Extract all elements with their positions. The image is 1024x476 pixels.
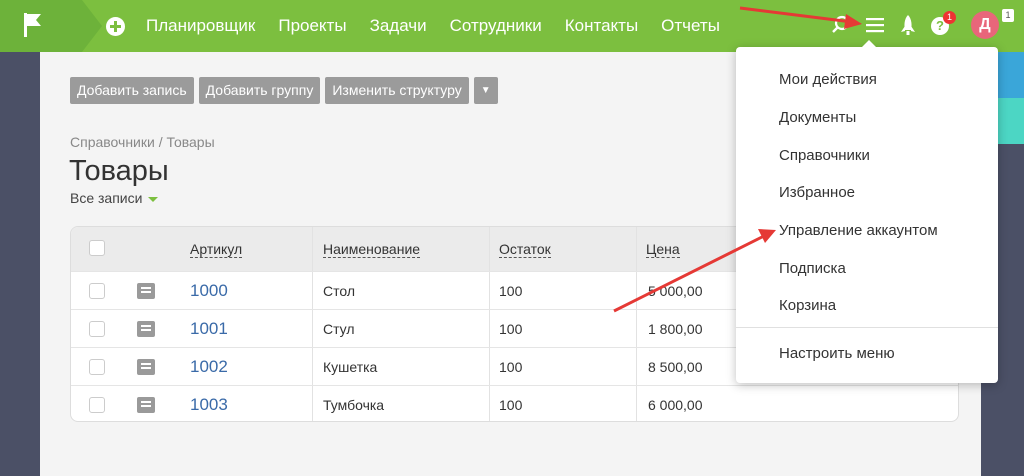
name-cell: Тумбочка	[323, 397, 385, 413]
col-price[interactable]: Цена	[646, 241, 680, 258]
menu-item-directories[interactable]: Справочники	[779, 147, 870, 164]
stock-cell: 100	[499, 359, 523, 375]
logo[interactable]	[0, 0, 82, 52]
nav-projects[interactable]: Проекты	[278, 16, 346, 36]
row-checkbox[interactable]	[89, 283, 105, 299]
price-cell: 8 500,00	[648, 359, 703, 375]
price-cell: 6 000,00	[648, 397, 703, 413]
key-tab[interactable]	[997, 98, 1024, 144]
main-nav: Планировщик Проекты Задачи Сотрудники Ко…	[146, 0, 743, 52]
hamburger-menu-icon[interactable]	[864, 14, 886, 36]
menu-divider	[736, 327, 998, 328]
sku-link[interactable]: 1003	[190, 386, 228, 421]
page-title: Товары	[69, 155, 169, 187]
stock-cell: 100	[499, 321, 523, 337]
row-checkbox[interactable]	[89, 397, 105, 413]
price-cell: 5 000,00	[648, 283, 703, 299]
logo-chevron	[82, 0, 102, 52]
menu-item-account-management[interactable]: Управление аккаунтом	[779, 222, 938, 239]
nav-employees[interactable]: Сотрудники	[450, 16, 542, 36]
stock-cell: 100	[499, 397, 523, 413]
menu-item-documents[interactable]: Документы	[779, 109, 856, 126]
col-name[interactable]: Наименование	[323, 241, 421, 258]
menu-item-configure-menu[interactable]: Настроить меню	[779, 345, 895, 362]
nav-planner[interactable]: Планировщик	[146, 16, 255, 36]
menu-item-trash[interactable]: Корзина	[779, 297, 836, 314]
plus-icon[interactable]	[106, 17, 125, 36]
avatar-badge: 1	[1002, 9, 1014, 22]
name-cell: Кушетка	[323, 359, 378, 375]
help-badge: 1	[943, 11, 956, 24]
more-dropdown-button[interactable]: ▼	[473, 77, 498, 104]
breadcrumb[interactable]: Справочники / Товары	[70, 134, 215, 150]
nav-contacts[interactable]: Контакты	[565, 16, 638, 36]
col-sku[interactable]: Артикул	[190, 241, 243, 258]
add-group-button[interactable]: Добавить группу	[198, 77, 321, 104]
chevron-down-icon	[148, 196, 159, 202]
main-menu-dropdown: Мои действия Документы Справочники Избра…	[736, 40, 998, 383]
stock-cell: 100	[499, 283, 523, 299]
avatar[interactable]: Д	[971, 11, 999, 39]
doc-icon[interactable]	[137, 359, 155, 375]
add-record-button[interactable]: Добавить запись	[70, 77, 194, 104]
change-structure-button[interactable]: Изменить структуру	[325, 77, 469, 104]
clipboard-tab[interactable]	[997, 52, 1024, 98]
toolbar: Добавить запись Добавить группу Изменить…	[70, 77, 503, 104]
menu-item-subscription[interactable]: Подписка	[779, 260, 846, 277]
doc-icon[interactable]	[137, 283, 155, 299]
sku-link[interactable]: 1001	[190, 310, 228, 348]
rocket-icon[interactable]	[899, 14, 917, 38]
doc-icon[interactable]	[137, 321, 155, 337]
nav-reports[interactable]: Отчеты	[661, 16, 720, 36]
sku-link[interactable]: 1002	[190, 348, 228, 386]
name-cell: Стул	[323, 321, 355, 337]
flag-icon	[24, 13, 41, 37]
row-checkbox[interactable]	[89, 359, 105, 375]
records-filter[interactable]: Все записи	[70, 190, 159, 206]
search-icon[interactable]	[830, 14, 852, 36]
menu-item-favorites[interactable]: Избранное	[779, 184, 855, 201]
menu-item-my-actions[interactable]: Мои действия	[779, 71, 877, 88]
right-sidebar	[997, 52, 1024, 476]
name-cell: Стол	[323, 283, 356, 299]
sku-link[interactable]: 1000	[190, 272, 228, 310]
filter-label: Все записи	[70, 190, 143, 206]
doc-icon[interactable]	[137, 397, 155, 413]
col-stock[interactable]: Остаток	[499, 241, 551, 258]
price-cell: 1 800,00	[648, 321, 703, 337]
table-row[interactable]: 1003 Тумбочка 100 6 000,00	[71, 385, 958, 421]
nav-tasks[interactable]: Задачи	[370, 16, 427, 36]
row-checkbox[interactable]	[89, 321, 105, 337]
select-all-checkbox[interactable]	[89, 240, 105, 256]
